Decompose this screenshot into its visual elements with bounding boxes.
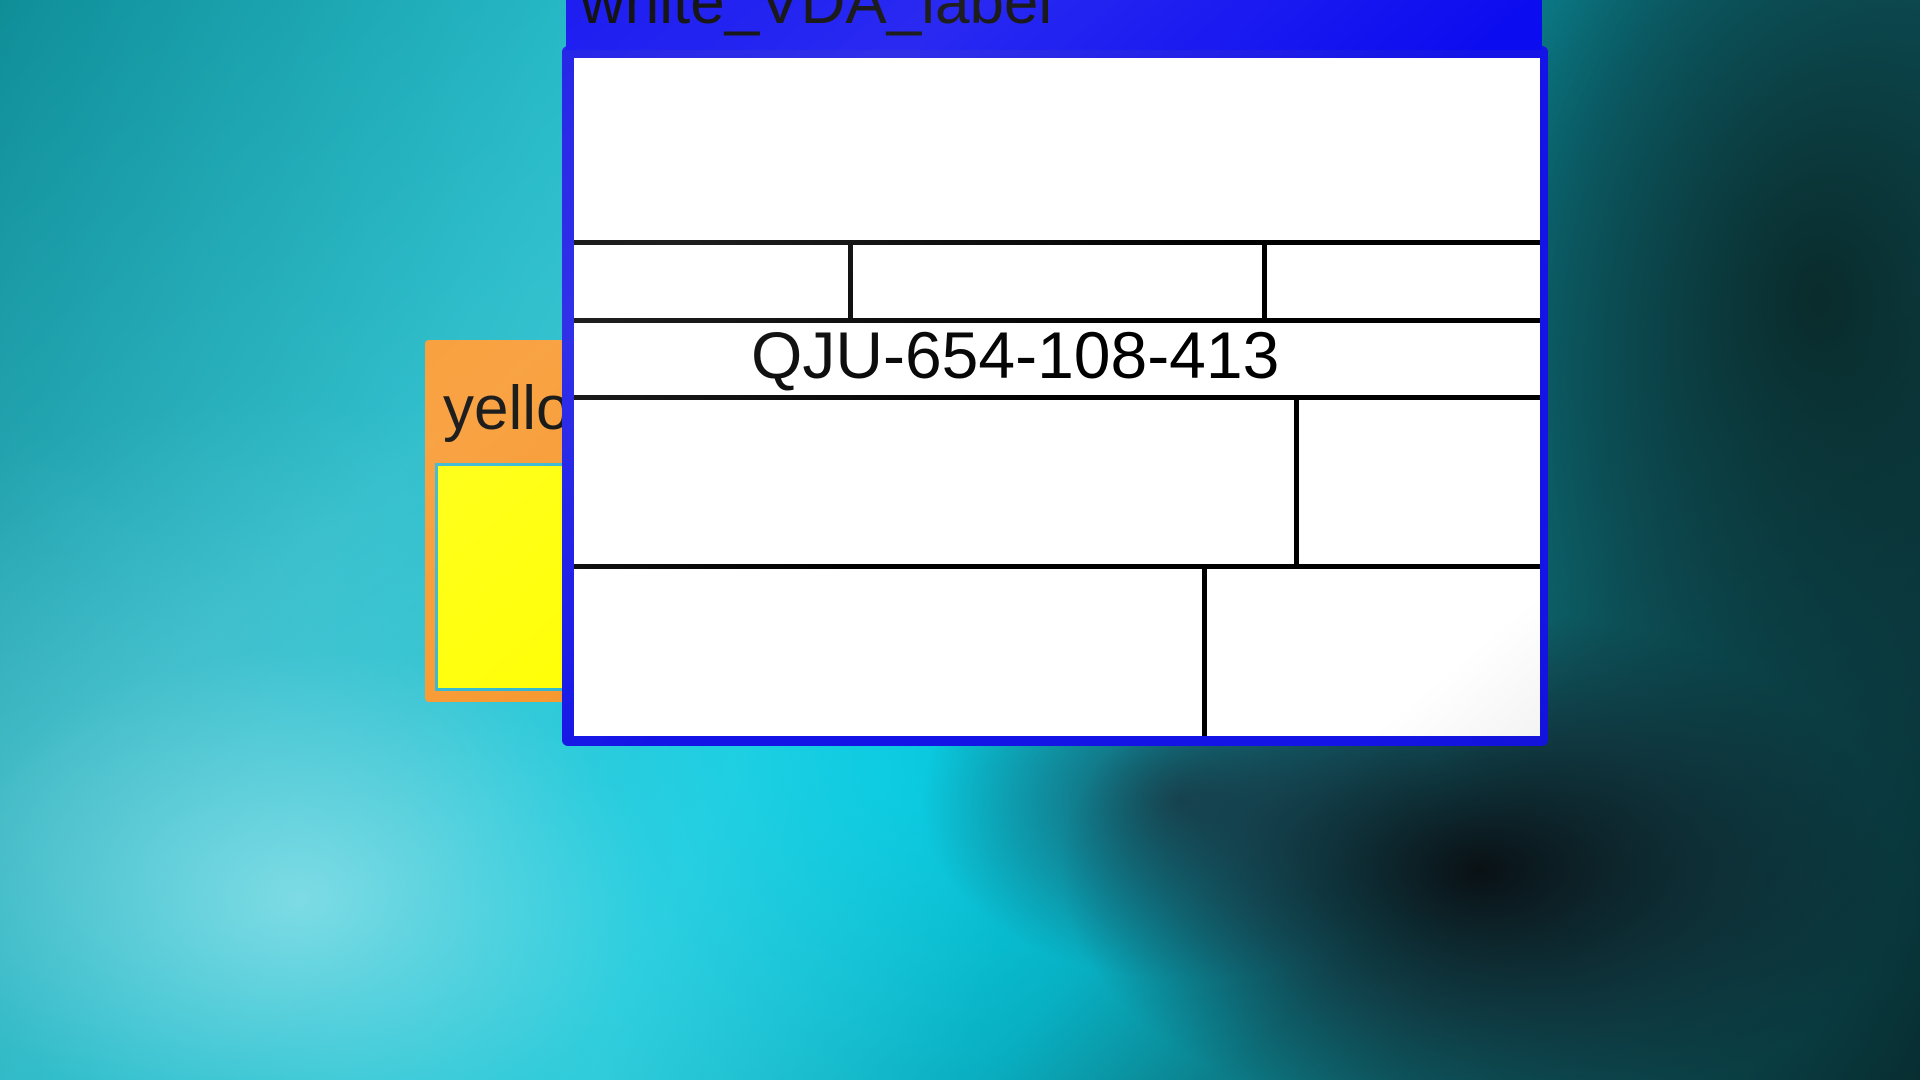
label-column-divider (1294, 397, 1299, 566)
label-row-divider (574, 240, 1540, 245)
label-window-titlebar[interactable]: white_VDA_label (566, 0, 1542, 50)
label-column-divider (1262, 242, 1267, 320)
label-row-divider (574, 564, 1540, 569)
label-column-divider (1202, 566, 1207, 736)
vda-label-sheet: QJU-654-108-413 (574, 58, 1540, 736)
label-code-text: QJU-654-108-413 (751, 318, 1280, 392)
desktop-background: yello white_VDA_label QJU-654-108-413 (0, 0, 1920, 1080)
yellow-window-title: yello (443, 374, 571, 443)
label-window-title: white_VDA_label (580, 0, 1053, 37)
label-row-divider (574, 395, 1540, 400)
label-window[interactable]: white_VDA_label QJU-654-108-413 (562, 0, 1548, 746)
label-column-divider (848, 242, 853, 320)
